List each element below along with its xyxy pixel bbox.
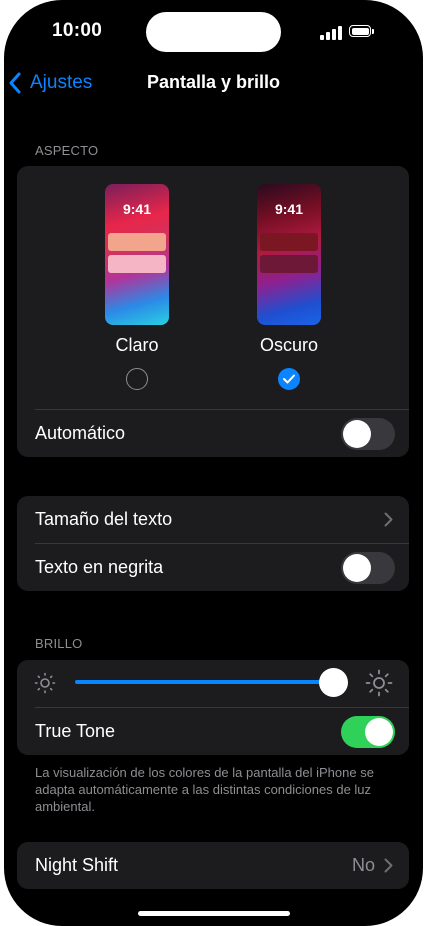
preview-time: 9:41 (122, 201, 152, 217)
text-size-label: Tamaño del texto (35, 509, 173, 529)
night-shift-row[interactable]: Night Shift No (17, 842, 409, 889)
light-mode-radio[interactable] (126, 368, 148, 390)
brightness-footnote: La visualización de los colores de la pa… (35, 765, 374, 814)
status-time: 10:00 (52, 20, 103, 41)
dynamic-island (146, 12, 281, 52)
dark-mode-preview[interactable]: 9:41 (257, 184, 321, 325)
night-shift-group: Night Shift No (17, 842, 409, 889)
text-group: Tamaño del texto Texto en negrita (17, 496, 409, 591)
bold-text-row: Texto en negrita (17, 544, 409, 591)
automatic-label: Automático (35, 423, 126, 443)
bold-text-label: Texto en negrita (35, 557, 164, 577)
page-title: Pantalla y brillo (146, 72, 281, 92)
night-shift-value: No (351, 855, 375, 875)
chevron-right-icon (384, 858, 393, 873)
section-label-appearance: ASPECTO (35, 143, 99, 158)
true-tone-toggle[interactable] (341, 715, 395, 748)
true-tone-row: True Tone (17, 708, 409, 755)
section-label-brightness: BRILLO (35, 636, 83, 651)
preview-time: 9:41 (274, 201, 304, 217)
true-tone-label: True Tone (35, 721, 116, 741)
automatic-toggle[interactable] (341, 417, 395, 450)
light-mode-label: Claro (115, 335, 159, 355)
brightness-slider-row (17, 660, 409, 707)
chevron-right-icon (384, 512, 393, 527)
sun-icon (365, 669, 393, 697)
brightness-slider[interactable] (75, 680, 339, 684)
brightness-group: True Tone (17, 660, 409, 755)
bold-text-toggle[interactable] (341, 551, 395, 584)
signal-icon (320, 26, 342, 40)
brightness-slider-knob[interactable] (319, 668, 348, 697)
automatic-row: Automático (17, 410, 409, 457)
text-size-row[interactable]: Tamaño del texto (17, 496, 409, 543)
dark-mode-label: Oscuro (259, 335, 319, 355)
screen: 10:00 Ajustes Pantalla y brillo ASPECTO … (4, 0, 423, 926)
battery-icon (349, 25, 375, 39)
device-frame: 10:00 Ajustes Pantalla y brillo ASPECTO … (0, 0, 427, 926)
night-shift-label: Night Shift (35, 855, 119, 875)
appearance-group: 9:41 Claro 9:41 Oscuro Automático (17, 166, 409, 457)
checkmark-icon (283, 374, 295, 384)
light-mode-preview[interactable]: 9:41 (105, 184, 169, 325)
dark-mode-radio[interactable] (278, 368, 300, 390)
sun-icon (34, 672, 56, 694)
home-indicator (138, 911, 290, 916)
